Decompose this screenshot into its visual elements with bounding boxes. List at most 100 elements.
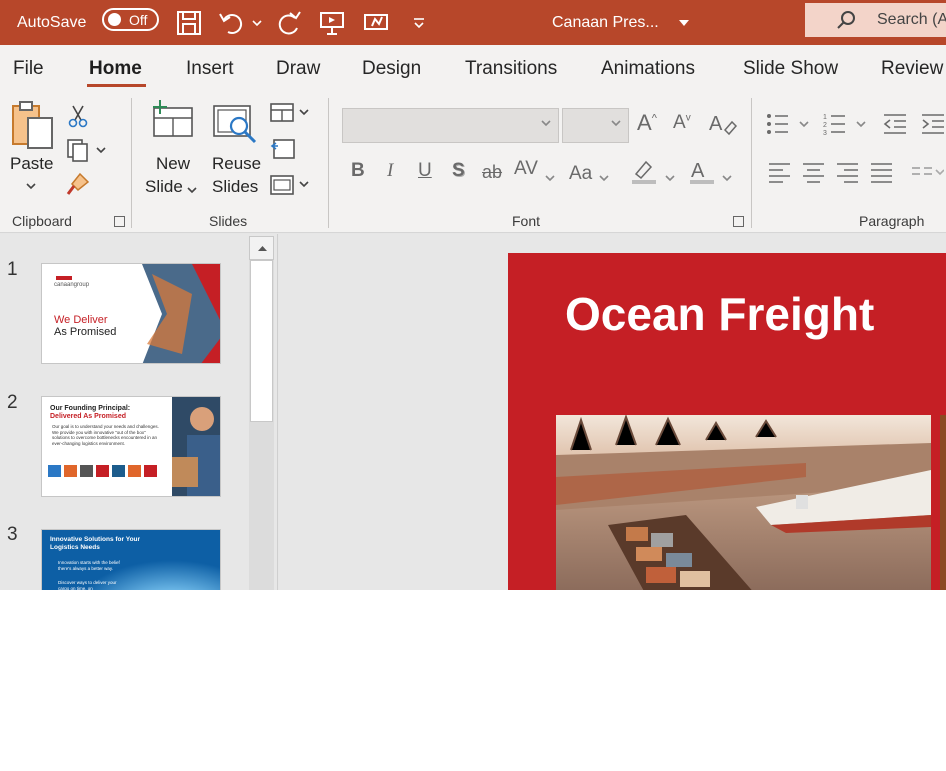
copy-icon[interactable] — [66, 138, 106, 167]
bullets-icon[interactable] — [766, 112, 814, 141]
font-size-combo[interactable] — [562, 108, 629, 143]
chevron-down-icon[interactable] — [544, 170, 556, 188]
clear-formatting-icon[interactable]: A — [708, 110, 738, 141]
tab-animations[interactable]: Animations — [601, 58, 695, 80]
slide-thumbnail-1[interactable]: canaangroup We Deliver As Promised — [41, 263, 221, 364]
font-launcher-icon[interactable] — [733, 216, 744, 227]
autosave-label: AutoSave — [17, 13, 87, 31]
chevron-down-icon — [541, 120, 551, 127]
layout-icon[interactable] — [270, 102, 312, 129]
undo-dropdown-icon[interactable] — [251, 0, 263, 45]
reset-slide-icon[interactable] — [270, 136, 296, 165]
tab-review[interactable]: Review — [881, 58, 943, 80]
chevron-up-icon — [258, 246, 267, 251]
undo-icon[interactable] — [218, 0, 246, 45]
font-color-glyph: A — [691, 160, 705, 182]
bold-button[interactable]: B — [351, 160, 365, 182]
thumb3-title: Innovative Solutions for Your Logistics … — [50, 536, 141, 551]
tab-insert[interactable]: Insert — [186, 58, 234, 80]
tab-home[interactable]: Home — [89, 58, 142, 80]
svg-text:1: 1 — [823, 114, 827, 121]
title-dropdown-icon[interactable] — [678, 0, 690, 45]
slide-number: 3 — [7, 524, 18, 545]
font-group-label: Font — [512, 213, 541, 229]
format-painter-icon[interactable] — [66, 172, 92, 201]
columns-icon[interactable] — [910, 162, 945, 189]
shadow-button[interactable]: S — [452, 160, 465, 182]
start-slideshow-icon[interactable] — [318, 0, 346, 45]
slide-thumbnail-3[interactable]: Innovative Solutions for Your Logistics … — [41, 529, 221, 590]
divider — [131, 98, 132, 228]
tab-draw[interactable]: Draw — [276, 58, 320, 80]
section-icon[interactable] — [270, 174, 312, 201]
increase-indent-icon[interactable] — [920, 112, 946, 141]
reuse-slides-icon[interactable] — [212, 104, 260, 151]
grow-font-button[interactable]: A^ — [637, 110, 657, 136]
svg-text:2: 2 — [823, 122, 827, 129]
redo-icon[interactable] — [275, 0, 303, 45]
reuse-slides-label-1[interactable]: Reuse — [212, 152, 261, 175]
reuse-slides-label-2[interactable]: Slides — [212, 175, 258, 198]
clipboard-group-label: Clipboard — [12, 213, 72, 229]
ribbon-tabs: File Home Insert Draw Design Transitions… — [0, 45, 946, 92]
svg-text:3: 3 — [823, 130, 827, 136]
second-photo[interactable] — [940, 415, 946, 590]
save-icon[interactable] — [176, 0, 202, 45]
chevron-down-icon[interactable] — [598, 170, 610, 188]
clipboard-launcher-icon[interactable] — [114, 216, 125, 227]
new-slide-label-2[interactable]: Slide — [145, 175, 183, 198]
italic-button[interactable]: I — [387, 160, 393, 182]
chevron-down-icon[interactable] — [721, 170, 733, 188]
tab-file[interactable]: File — [13, 58, 44, 80]
new-slide-label-1[interactable]: New — [145, 152, 201, 175]
divider — [328, 98, 329, 228]
search-placeholder: Search (A — [877, 11, 946, 28]
port-photo[interactable] — [556, 415, 931, 590]
grow-font-label: A — [637, 110, 652, 135]
new-slide-dropdown-icon[interactable] — [186, 182, 198, 200]
paste-icon[interactable] — [10, 100, 56, 155]
scroll-up-button[interactable] — [249, 236, 274, 260]
tab-transitions[interactable]: Transitions — [465, 58, 557, 80]
paragraph-group-label: Paragraph — [859, 213, 925, 229]
slide-thumbnail-2[interactable]: Our Founding Principal: Delivered As Pro… — [41, 396, 221, 497]
thumb2-body: Our goal is to understand your needs and… — [52, 424, 159, 446]
autosave-toggle[interactable]: Off — [102, 8, 159, 31]
slide-title[interactable]: Ocean Freight — [565, 287, 874, 341]
current-slide[interactable]: Ocean Freight — [508, 253, 946, 590]
tab-slide-show[interactable]: Slide Show — [743, 58, 838, 80]
scrollbar-thumb[interactable] — [250, 260, 273, 422]
decrease-indent-icon[interactable] — [882, 112, 908, 141]
title-bar: AutoSave Off Canaan Pres... Search (A — [0, 0, 946, 45]
font-name-combo[interactable] — [342, 108, 559, 143]
underline-button[interactable]: U — [418, 160, 432, 182]
align-center-icon[interactable] — [802, 162, 826, 189]
strikethrough-button[interactable]: ab — [482, 162, 502, 183]
thumb3-bullet-2: Discover ways to deliver your cargo on t… — [58, 580, 117, 590]
shrink-font-button[interactable]: Av — [673, 112, 691, 134]
numbering-icon[interactable]: 123 — [823, 112, 871, 141]
customize-toolbar-icon[interactable] — [412, 0, 426, 45]
align-right-icon[interactable] — [836, 162, 860, 189]
change-case-button[interactable]: Aa — [569, 163, 592, 185]
thumbnail-scrollbar[interactable] — [249, 236, 274, 590]
search-box[interactable]: Search (A — [805, 3, 946, 37]
paste-dropdown-icon[interactable] — [25, 178, 37, 196]
character-spacing-button[interactable]: AV — [514, 158, 538, 180]
new-slide-icon[interactable] — [149, 98, 195, 143]
highlight-icon[interactable] — [630, 158, 658, 191]
tab-design[interactable]: Design — [362, 58, 421, 80]
justify-icon[interactable] — [870, 162, 894, 189]
document-title[interactable]: Canaan Pres... — [552, 0, 659, 45]
touch-mode-icon[interactable] — [362, 0, 390, 45]
chevron-down-icon[interactable] — [664, 170, 676, 188]
slide-thumbnail-pane: 1 canaangroup We Deliver As Promised 2 O… — [0, 234, 278, 590]
divider — [751, 98, 752, 228]
font-color-icon[interactable]: A — [689, 158, 715, 191]
paste-label[interactable]: Paste — [10, 152, 53, 175]
align-left-icon[interactable] — [768, 162, 792, 189]
thumb1-line1: We Deliver — [54, 314, 108, 326]
toggle-knob — [108, 13, 121, 26]
cut-icon[interactable] — [67, 104, 89, 133]
thumb2-title-2: Delivered As Promised — [50, 413, 126, 420]
